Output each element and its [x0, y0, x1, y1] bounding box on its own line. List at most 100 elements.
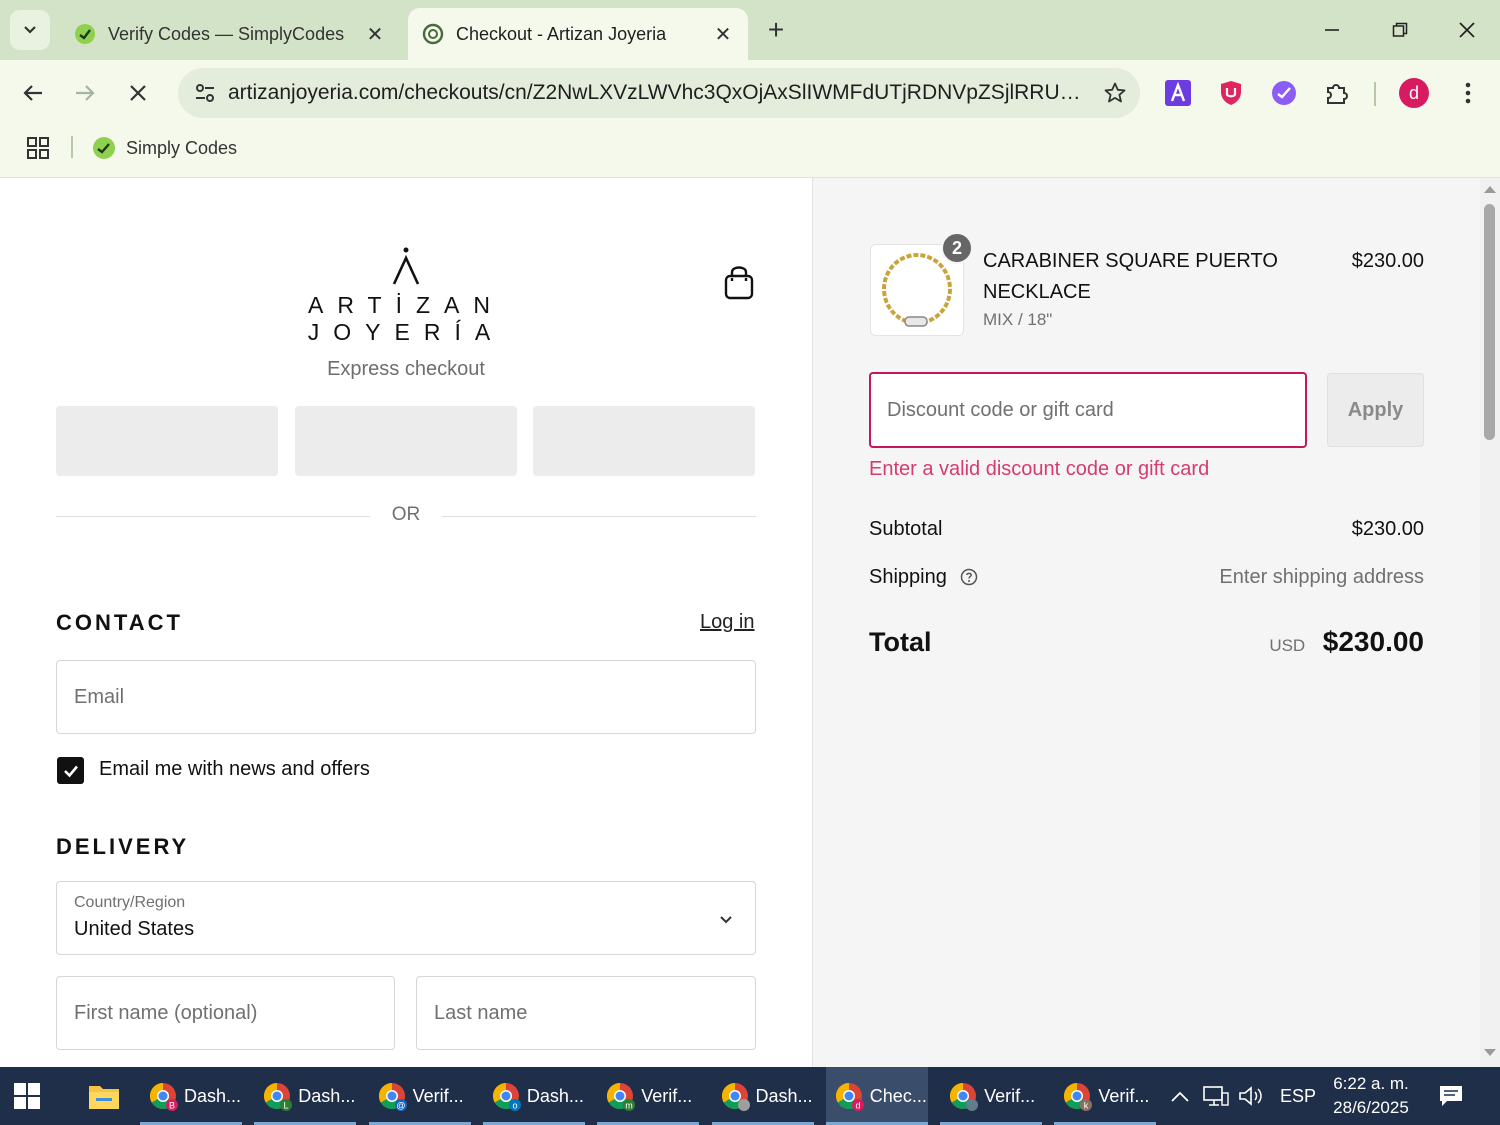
close-icon: [1459, 22, 1475, 38]
volume-button[interactable]: [1238, 1067, 1264, 1125]
newsletter-label[interactable]: Email me with news and offers: [99, 758, 370, 781]
email-input[interactable]: [57, 661, 755, 733]
express-pay-button-1[interactable]: [56, 406, 278, 476]
network-button[interactable]: [1203, 1067, 1229, 1125]
browser-menu-button[interactable]: [1452, 77, 1484, 109]
express-pay-button-3[interactable]: [533, 406, 755, 476]
bookmark-star-button[interactable]: [1090, 68, 1140, 118]
first-name-field[interactable]: [56, 976, 395, 1050]
file-explorer-icon[interactable]: [88, 1082, 120, 1110]
avatar: d: [1399, 78, 1429, 108]
minimize-button[interactable]: [1302, 8, 1362, 52]
taskbar-chrome-window[interactable]: m Verif...: [597, 1067, 700, 1125]
language-label: ESP: [1280, 1085, 1317, 1106]
email-field[interactable]: [56, 660, 756, 734]
extension-simplycodes-button[interactable]: [1268, 77, 1300, 109]
taskbar-chrome-window[interactable]: @ Verif...: [368, 1067, 471, 1125]
taskbar-chrome-window[interactable]: k Verif...: [1054, 1067, 1157, 1125]
first-name-input[interactable]: [57, 977, 394, 1049]
logo-mark-icon: [392, 247, 420, 285]
checkmark-icon: [63, 765, 78, 777]
url-text[interactable]: artizanjoyeria.com/checkouts/cn/Z2NwLXVz…: [228, 81, 1090, 105]
windows-start-icon[interactable]: [14, 1083, 40, 1109]
show-hidden-icons-button[interactable]: [1170, 1067, 1190, 1125]
taskbar-chrome-window[interactable]: Dash...: [711, 1067, 814, 1125]
total-label: Total: [869, 626, 932, 657]
total-value-wrap: USD $230.00: [1269, 626, 1424, 658]
forward-button[interactable]: [64, 72, 106, 114]
close-tab-icon[interactable]: ✕: [712, 23, 734, 46]
currency-code: USD: [1269, 636, 1306, 655]
taskbar-item-label: Chec...: [869, 1085, 927, 1106]
extensions-menu-button[interactable]: [1321, 77, 1353, 109]
tab-search-button[interactable]: [10, 10, 50, 50]
notification-icon: [1440, 1086, 1462, 1106]
arrow-right-icon: [76, 85, 95, 101]
country-label: Country/Region: [74, 894, 186, 911]
express-pay-button-2[interactable]: [295, 406, 517, 476]
chrome-icon: [950, 1082, 979, 1111]
address-bar[interactable]: artizanjoyeria.com/checkouts/cn/Z2NwLXVz…: [178, 68, 1140, 118]
shipping-label: Shipping: [869, 566, 947, 588]
newsletter-checkbox[interactable]: [57, 757, 84, 784]
country-select[interactable]: Country/Region United States: [56, 881, 756, 955]
discount-code-field[interactable]: [869, 372, 1307, 448]
tab-checkout[interactable]: Checkout - Artizan Joyeria ✕: [408, 8, 748, 60]
apps-grid-icon[interactable]: [26, 136, 50, 160]
notifications-button[interactable]: [1438, 1067, 1464, 1125]
divider-line: [442, 516, 756, 517]
taskbar-item-label: Verif...: [984, 1085, 1036, 1106]
close-window-button[interactable]: [1437, 8, 1497, 52]
new-tab-button[interactable]: +: [760, 14, 792, 46]
extension-a-button[interactable]: [1162, 77, 1194, 109]
chrome-icon: k: [1064, 1082, 1093, 1111]
apply-discount-button[interactable]: Apply: [1327, 373, 1424, 447]
close-tab-icon[interactable]: ✕: [364, 23, 386, 46]
letter-a-extension-icon: [1165, 80, 1191, 106]
or-divider-label: OR: [391, 504, 421, 525]
restore-button[interactable]: [1370, 8, 1430, 52]
total-value: $230.00: [1322, 626, 1424, 657]
chrome-icon: m: [607, 1082, 636, 1111]
chevron-down-icon: [720, 916, 732, 924]
product-variant: MIX / 18": [983, 310, 1053, 329]
tab-title: Checkout - Artizan Joyeria: [456, 23, 667, 44]
discount-code-input[interactable]: [871, 374, 1305, 446]
checkout-page: ARTİZAN JOYERÍA Express checkout OR CONT…: [0, 178, 1500, 1067]
help-circle-icon[interactable]: [960, 568, 978, 586]
last-name-input[interactable]: [417, 977, 755, 1049]
taskbar-chrome-window[interactable]: d Chec...: [825, 1067, 928, 1125]
simplycodes-favicon-icon: [93, 137, 115, 159]
page-scrollbar[interactable]: [1480, 178, 1500, 1067]
windows-taskbar: B Dash... L Dash... @ Verif... o Dash... m Verif.…: [0, 1067, 1500, 1125]
discount-error-message: Enter a valid discount code or gift card: [869, 458, 1210, 480]
scroll-up-arrow-icon[interactable]: [1484, 186, 1496, 193]
store-logo[interactable]: ARTİZAN JOYERÍA: [236, 244, 576, 345]
profile-avatar-button[interactable]: d: [1398, 77, 1430, 109]
last-name-field[interactable]: [416, 976, 756, 1050]
bookmark-simply-codes[interactable]: Simply Codes: [92, 132, 237, 164]
taskbar-chrome-window[interactable]: B Dash...: [140, 1067, 242, 1125]
taskbar-chrome-window[interactable]: L Dash...: [254, 1067, 357, 1125]
taskbar-chrome-window[interactable]: Verif...: [940, 1067, 1043, 1125]
extension-shield-button[interactable]: [1215, 77, 1247, 109]
clock[interactable]: 6:22 a. m. 28/6/2025: [1318, 1072, 1424, 1120]
bookmark-label: Simply Codes: [126, 137, 238, 158]
input-language-button[interactable]: ESP: [1280, 1067, 1316, 1125]
stop-loading-button[interactable]: [117, 72, 159, 114]
site-info-button[interactable]: [182, 68, 228, 118]
subtotal-label: Subtotal: [869, 518, 943, 540]
restore-icon: [1392, 22, 1408, 37]
shopping-bag-icon[interactable]: [722, 264, 756, 300]
toolbar-divider: [1374, 82, 1376, 106]
tab-verify-codes[interactable]: Verify Codes — SimplyCodes ✕: [60, 8, 400, 60]
back-button[interactable]: [12, 72, 54, 114]
taskbar-item-label: Verif...: [641, 1085, 693, 1106]
taskbar-item-label: Dash...: [298, 1085, 356, 1106]
taskbar-chrome-window[interactable]: o Dash...: [482, 1067, 585, 1125]
scrollbar-thumb[interactable]: [1484, 204, 1495, 440]
login-link[interactable]: Log in: [700, 611, 755, 634]
arrow-left-icon: [23, 85, 42, 101]
scroll-down-arrow-icon[interactable]: [1484, 1049, 1496, 1056]
clock-date: 28/6/2025: [1333, 1098, 1409, 1117]
